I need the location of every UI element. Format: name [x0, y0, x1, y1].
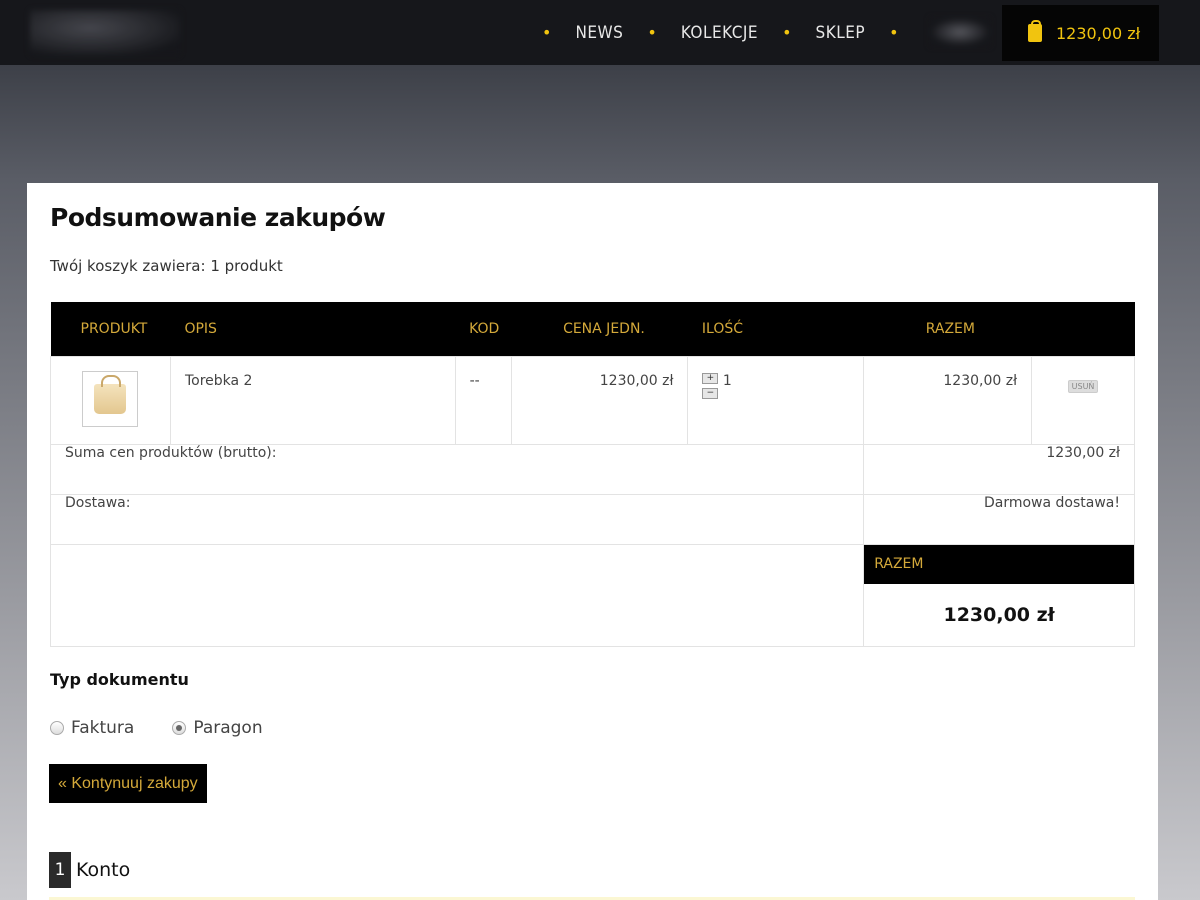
header-opis: OPIS [170, 302, 456, 356]
section-number-badge: 1 [49, 852, 71, 888]
nav-bullet: • [782, 23, 792, 42]
product-code: -- [454, 355, 512, 445]
header-ilosc: ILOŚĆ [687, 302, 864, 356]
cart-total: 1230,00 zł [1056, 23, 1141, 43]
product-quantity: 1 [722, 372, 732, 389]
content-panel: Podsumowanie zakupów Twój koszyk zawiera… [27, 183, 1158, 900]
product-thumbnail[interactable] [82, 370, 139, 427]
header-produkt: PRODUKT [50, 302, 171, 356]
shipping-label: Dostawa: [49, 493, 865, 545]
shipping-value: Darmowa dostawa! [863, 493, 1135, 545]
nav-link-news[interactable]: NEWS [575, 23, 623, 43]
page-title: Podsumowanie zakupów [50, 203, 386, 232]
radio-paragon[interactable] [172, 721, 187, 735]
remove-product-button[interactable]: USUŃ [1067, 379, 1099, 393]
site-logo[interactable] [30, 10, 180, 55]
radio-faktura-label[interactable]: Faktura [71, 718, 134, 738]
document-type-options: Faktura Paragon [50, 718, 263, 738]
product-remove-cell: USUŃ [1031, 355, 1135, 445]
nav-bullet: • [647, 23, 657, 42]
shipping-row: Dostawa: Darmowa dostawa! [49, 493, 1135, 545]
cart-table-header: PRODUKT OPIS KOD CENA JEDN. ILOŚĆ RAZEM [50, 302, 1135, 356]
quantity-stepper: + − [702, 372, 719, 399]
top-navbar: • NEWS • KOLEKCJE • SKLEP • 1230,00 zł [0, 0, 1200, 65]
cart-table: PRODUKT OPIS KOD CENA JEDN. ILOŚĆ RAZEM … [49, 302, 1135, 647]
quantity-minus-button[interactable]: − [702, 387, 719, 399]
total-value: 1230,00 zł [943, 603, 1055, 626]
document-type-heading: Typ dokumentu [50, 670, 189, 689]
handbag-image [94, 374, 127, 414]
total-label: RAZEM [864, 544, 1134, 584]
section-title: Konto [76, 859, 131, 881]
continue-shopping-button[interactable]: « Kontynuuj zakupy [49, 764, 207, 803]
nav-bullet: • [889, 23, 899, 42]
nav-bullet: • [542, 23, 552, 42]
nav-link-kolekcje[interactable]: KOLEKCJE [681, 23, 758, 43]
product-total: 1230,00 zł [863, 355, 1033, 445]
subtotal-value: 1230,00 zł [863, 443, 1135, 495]
nav-link-obscured[interactable] [930, 18, 990, 46]
product-unit-price: 1230,00 zł [510, 355, 689, 445]
radio-faktura[interactable] [50, 721, 64, 735]
quantity-plus-button[interactable]: + [702, 372, 719, 384]
product-quantity-cell: + − 1 [687, 355, 865, 445]
product-description[interactable]: Torebka 2 [169, 355, 456, 445]
shopping-bag-icon [1028, 20, 1042, 42]
total-spacer [49, 543, 865, 647]
total-row: RAZEM 1230,00 zł [49, 543, 1135, 647]
total-cell: RAZEM 1230,00 zł [863, 543, 1135, 647]
header-kod: KOD [455, 302, 512, 356]
cart-summary-button[interactable]: 1230,00 zł [1002, 5, 1159, 61]
table-row: Torebka 2 -- 1230,00 zł + − 1 1230,00 zł… [50, 355, 1135, 445]
subtotal-label: Suma cen produktów (brutto): [49, 443, 865, 495]
radio-paragon-label[interactable]: Paragon [193, 718, 262, 738]
main-nav: • NEWS • KOLEKCJE • SKLEP • [530, 0, 911, 65]
header-cena-jedn: CENA JEDN. [511, 302, 688, 356]
subtotal-row: Suma cen produktów (brutto): 1230,00 zł [49, 443, 1135, 495]
header-razem: RAZEM [863, 302, 1135, 356]
nav-link-sklep[interactable]: SKLEP [816, 23, 866, 43]
product-thumb-cell [50, 355, 171, 445]
cart-count-text: Twój koszyk zawiera: 1 produkt [50, 257, 283, 275]
